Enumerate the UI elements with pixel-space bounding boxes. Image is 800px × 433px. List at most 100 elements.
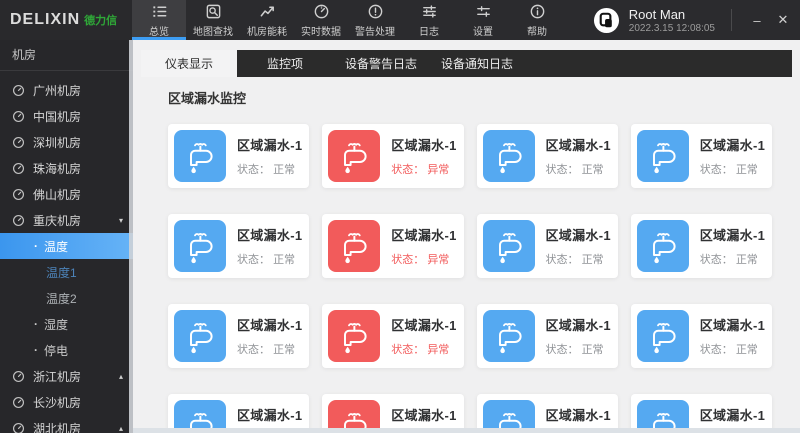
expand-arrow-icon: ▴	[118, 371, 123, 381]
faucet-icon	[174, 220, 226, 272]
device-name: 区域漏水-1	[545, 318, 611, 333]
gauge-icon	[12, 136, 25, 149]
sidebar-item-广州机房[interactable]: 广州机房	[0, 77, 133, 103]
sidebar-item-重庆机房[interactable]: 重庆机房 ▾	[0, 207, 133, 233]
top-nav-label: 设置	[473, 26, 493, 38]
sidebar-item-温度1[interactable]: 温度1	[0, 259, 133, 285]
sidebar-item-湿度[interactable]: · 湿度	[0, 311, 133, 337]
top-nav-item-设置[interactable]: 设置	[456, 0, 510, 40]
user-avatar	[593, 7, 620, 34]
device-name: 区域漏水-1	[699, 228, 766, 243]
top-nav-item-日志[interactable]: 日志	[402, 0, 456, 40]
device-card[interactable]: 区域漏水-1 状态： 正常	[630, 214, 772, 278]
device-card[interactable]: 区域漏水-1 状态： 正常	[630, 304, 772, 368]
device-status: 状态： 异常	[391, 344, 450, 356]
sidebar-title: 机房	[0, 40, 133, 71]
tab-监控项[interactable]: 监控项	[237, 50, 333, 77]
sidebar-item-温度2[interactable]: 温度2	[0, 285, 133, 311]
device-card[interactable]: 区域漏水-1 状态： 正常	[168, 124, 310, 188]
horizontal-scrollbar[interactable]	[133, 428, 800, 433]
device-name: 区域漏水-1	[545, 408, 611, 423]
bullet-dot: ·	[34, 317, 38, 331]
logs-icon	[421, 3, 438, 20]
top-nav-item-总览[interactable]: 总览	[132, 0, 186, 40]
device-status: 状态： 正常	[545, 164, 604, 176]
device-name: 区域漏水-1	[699, 408, 766, 423]
device-card[interactable]: 区域漏水-1 状态： 异常	[322, 214, 464, 278]
tab-设备通知日志[interactable]: 设备通知日志	[429, 50, 525, 77]
gauge-icon	[12, 422, 25, 433]
window-body: 机房 广州机房 中国机房 深圳机房 珠海机房 佛山机房 重庆机房 ▾ · 温度 温度1 温度2 · 湿度…	[0, 40, 800, 433]
sidebar: 机房 广州机房 中国机房 深圳机房 珠海机房 佛山机房 重庆机房 ▾ · 温度 温度1 温度2 · 湿度…	[0, 40, 133, 433]
tab-设备警告日志[interactable]: 设备警告日志	[333, 50, 429, 77]
top-nav-item-实时数据[interactable]: 实时数据	[294, 0, 348, 40]
faucet-icon	[174, 130, 226, 182]
device-status: 状态： 正常	[237, 254, 296, 266]
gauge-icon	[12, 110, 25, 123]
gauge-icon	[12, 84, 25, 97]
faucet-icon	[636, 220, 689, 272]
top-nav-item-地图查找[interactable]: 地图查找	[186, 0, 240, 40]
faucet-icon	[328, 130, 381, 182]
energy-chart-icon	[259, 3, 276, 20]
sidebar-item-佛山机房[interactable]: 佛山机房	[0, 181, 133, 207]
top-nav-label: 帮助	[527, 26, 547, 38]
sidebar-item-停电[interactable]: · 停电	[0, 337, 133, 363]
device-card[interactable]: 区域漏水-1 状态： 正常	[168, 304, 310, 368]
device-card[interactable]: 区域漏水-1 状态： 正常	[476, 214, 618, 278]
brand-name-cn: 德力信	[84, 15, 118, 27]
sidebar-item-温度[interactable]: · 温度	[0, 233, 133, 259]
alert-icon	[367, 3, 384, 20]
user-name: Root Man	[628, 6, 686, 22]
device-name: 区域漏水-1	[699, 318, 766, 333]
faucet-icon	[636, 130, 689, 182]
bullet-dot: ·	[34, 343, 38, 357]
gauge-icon	[12, 396, 25, 409]
minimize-button[interactable]: –	[744, 0, 770, 40]
device-name: 区域漏水-1	[545, 138, 611, 153]
sidebar-item-湖北机房[interactable]: 湖北机房 ▴	[0, 415, 133, 433]
faucet-icon	[636, 310, 689, 362]
device-card[interactable]: 区域漏水-1 状态： 正常	[476, 304, 618, 368]
device-status: 状态： 正常	[237, 164, 296, 176]
app-window: DELIXIN 德力信 总览 地图查找 机房能耗 实时数据 警告处理 日志 设置…	[0, 0, 800, 433]
device-status: 状态： 正常	[699, 344, 758, 356]
close-button[interactable]: ✕	[770, 0, 796, 40]
top-nav-item-机房能耗[interactable]: 机房能耗	[240, 0, 294, 40]
device-name: 区域漏水-1	[237, 138, 303, 153]
device-card-grid: 区域漏水-1 状态： 正常 区域漏水-1 状态： 异常 区域漏水-1 状态： 正…	[168, 124, 772, 433]
sidebar-item-珠海机房[interactable]: 珠海机房	[0, 155, 133, 181]
help-icon	[529, 3, 546, 20]
gauge-icon	[12, 188, 25, 201]
top-nav-item-帮助[interactable]: 帮助	[510, 0, 564, 40]
section-title: 区域漏水监控	[168, 91, 247, 106]
sidebar-item-中国机房[interactable]: 中国机房	[0, 103, 133, 129]
top-nav-label: 日志	[419, 26, 439, 38]
faucet-icon	[328, 310, 381, 362]
device-card[interactable]: 区域漏水-1 状态： 异常	[322, 304, 464, 368]
device-name: 区域漏水-1	[237, 228, 303, 243]
sidebar-list: 广州机房 中国机房 深圳机房 珠海机房 佛山机房 重庆机房 ▾ · 温度 温度1 温度2 · 湿度 · 停电…	[0, 71, 133, 433]
device-card[interactable]: 区域漏水-1 状态： 正常	[476, 124, 618, 188]
gauge-icon	[12, 214, 25, 227]
tab-meter-display[interactable]: 仪表显示	[141, 50, 237, 77]
sidebar-item-浙江机房[interactable]: 浙江机房 ▴	[0, 363, 133, 389]
faucet-icon	[482, 130, 535, 182]
top-nav-item-警告处理[interactable]: 警告处理	[348, 0, 402, 40]
sidebar-item-深圳机房[interactable]: 深圳机房	[0, 129, 133, 155]
tab-bar: 仪表显示 监控项 设备警告日志 设备通知日志	[141, 50, 792, 77]
expand-arrow-icon: ▾	[118, 215, 123, 225]
list-icon	[151, 3, 168, 20]
device-status: 状态： 异常	[391, 254, 450, 266]
user-menu[interactable]: Root Man 2022.3.15 12:08:05	[593, 0, 715, 40]
faucet-icon	[482, 310, 535, 362]
device-card[interactable]: 区域漏水-1 状态： 正常	[630, 124, 772, 188]
device-card[interactable]: 区域漏水-1 状态： 正常	[168, 214, 310, 278]
datetime: 2022.3.15 12:08:05	[628, 22, 715, 34]
realtime-gauge-icon	[313, 3, 330, 20]
sidebar-item-长沙机房[interactable]: 长沙机房	[0, 389, 133, 415]
device-card[interactable]: 区域漏水-1 状态： 异常	[322, 124, 464, 188]
main-content: 仪表显示 监控项 设备警告日志 设备通知日志 区域漏水监控 区域漏水-1 状态：…	[133, 40, 800, 433]
settings-icon	[475, 3, 492, 20]
top-nav-label: 总览	[149, 26, 169, 38]
